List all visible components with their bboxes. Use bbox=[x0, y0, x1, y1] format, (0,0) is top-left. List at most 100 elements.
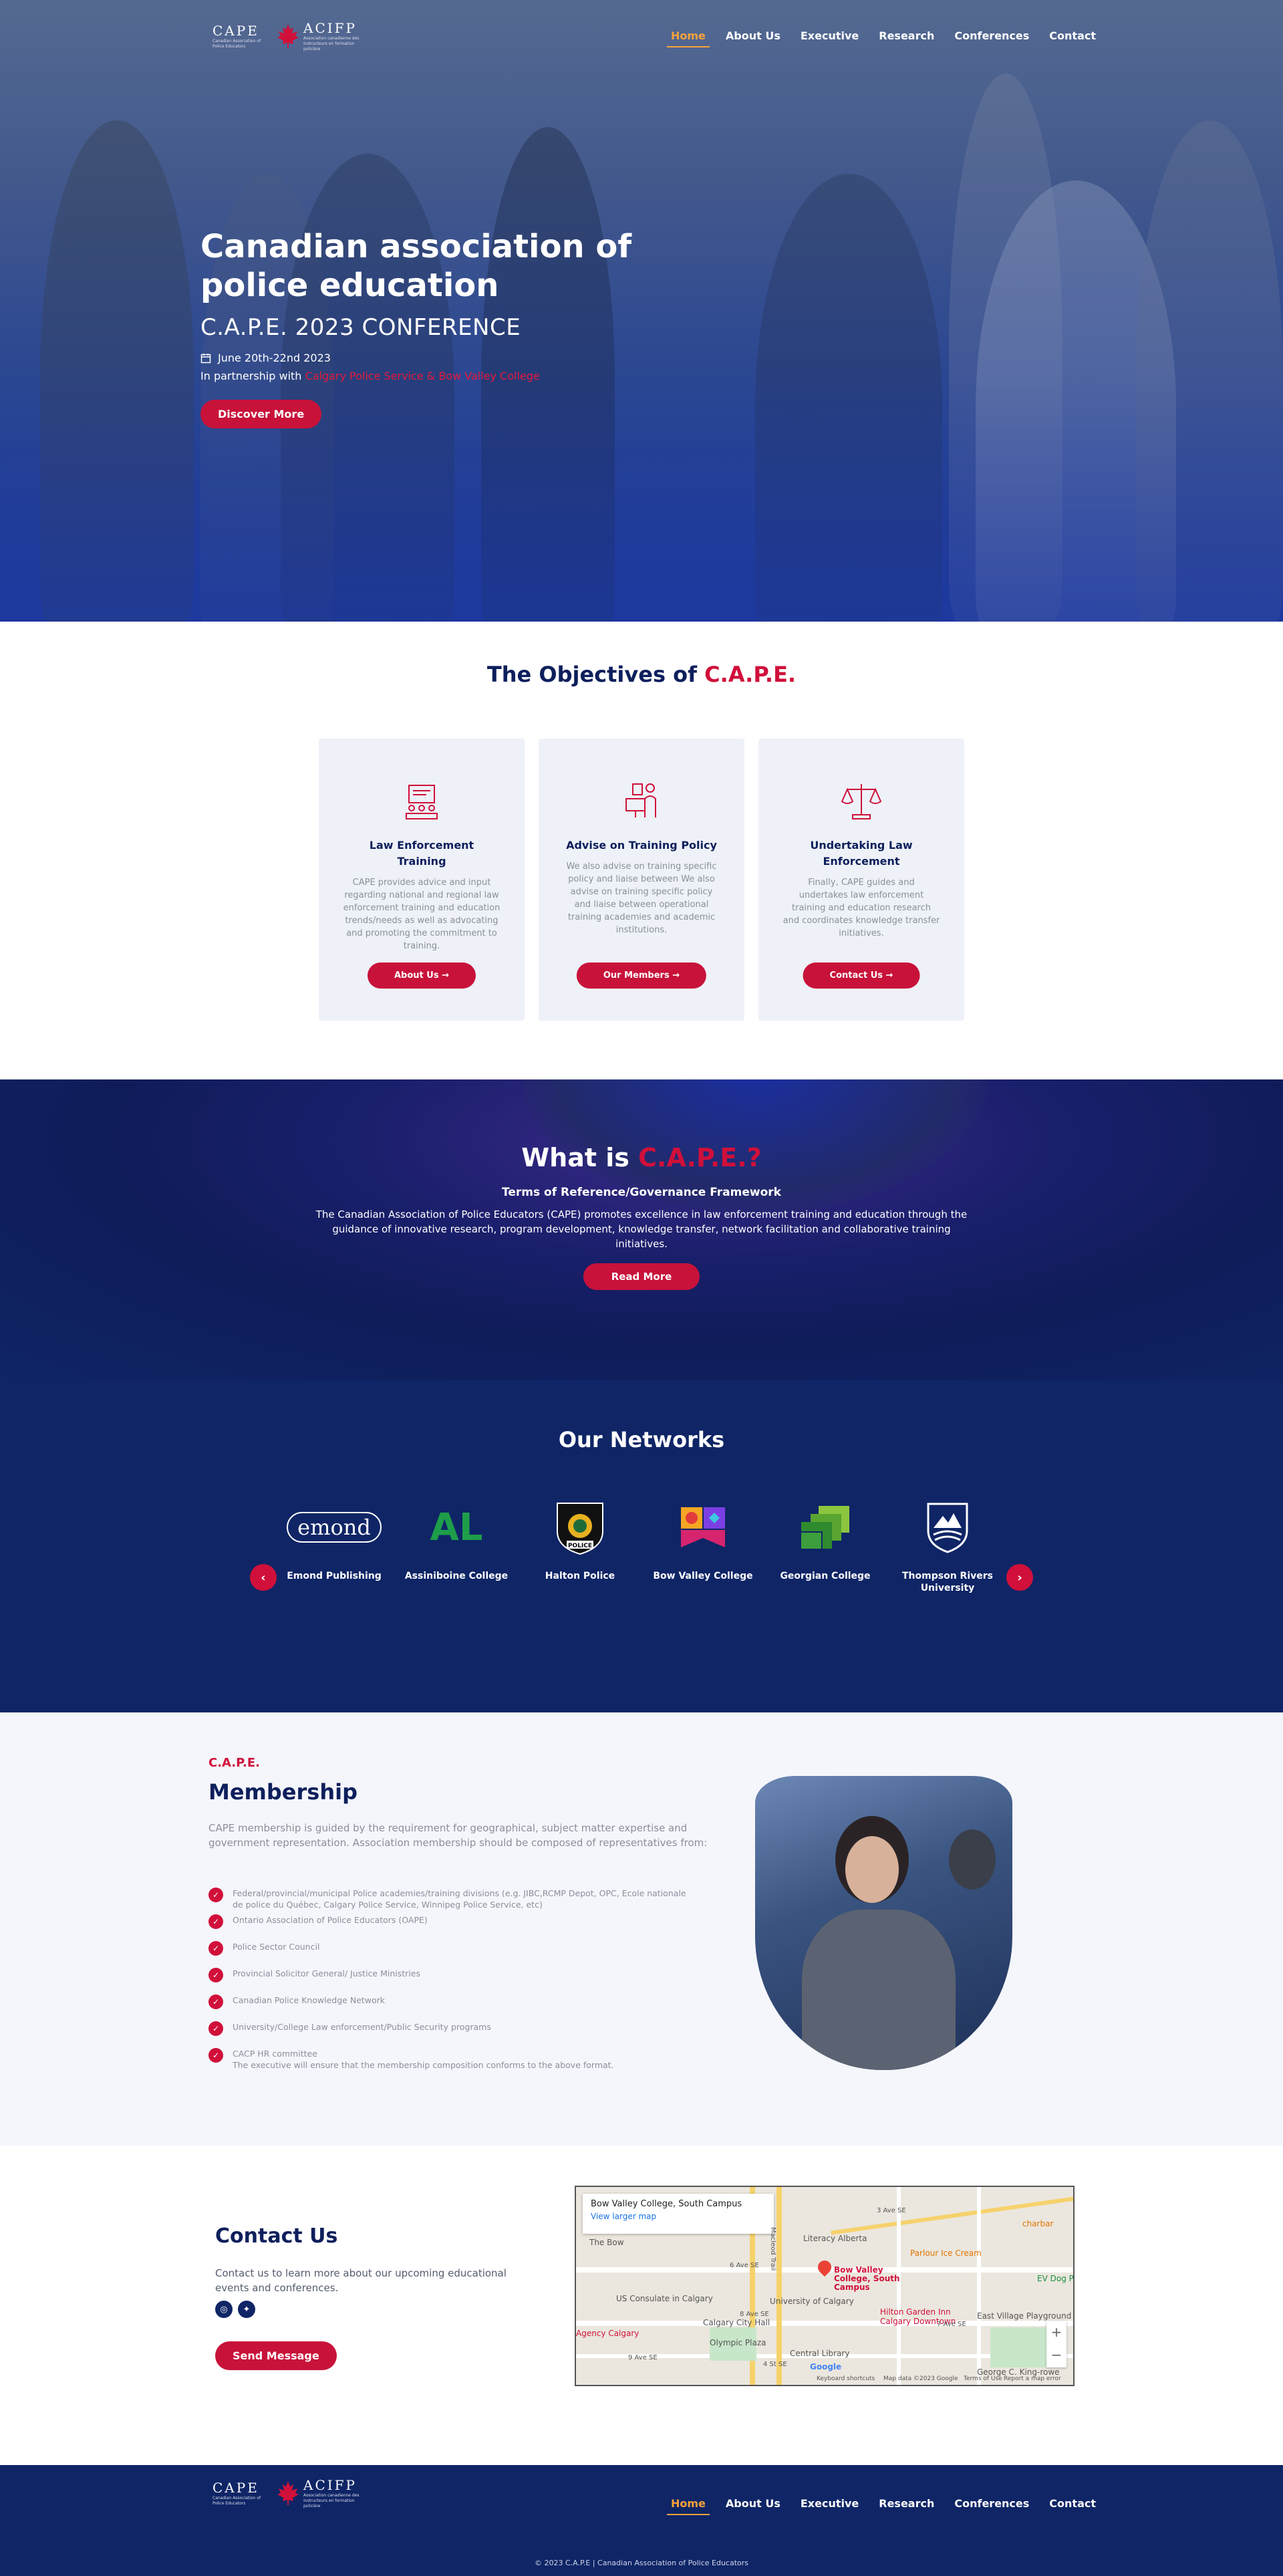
hero-subtitle: C.A.P.E. 2023 CONFERENCE bbox=[200, 314, 521, 341]
card-title: Undertaking Law Enforcement bbox=[810, 839, 913, 868]
network-item[interactable]: Bow Valley College bbox=[650, 1501, 756, 1582]
chevron-right-icon: › bbox=[1017, 1570, 1022, 1585]
membership-title: Membership bbox=[208, 1779, 358, 1805]
about-us-button[interactable]: About Us → bbox=[367, 962, 476, 989]
membership-section: C.A.P.E. Membership CAPE membership is g… bbox=[0, 1712, 1283, 2146]
maple-leaf-icon bbox=[277, 24, 299, 48]
hero-date-text: June 20th-22nd 2023 bbox=[218, 352, 331, 364]
footer-nav-contact[interactable]: Contact bbox=[1049, 2497, 1096, 2515]
network-name: Bow Valley College bbox=[653, 1571, 753, 1581]
training-icon bbox=[406, 785, 438, 819]
footer-nav-home[interactable]: Home bbox=[667, 2497, 710, 2515]
what-is-text: The Canadian Association of Police Educa… bbox=[315, 1208, 968, 1250]
contact-title: Contact Us bbox=[215, 2224, 338, 2248]
networks-title: Our Networks bbox=[558, 1427, 725, 1452]
social-links: ◎ ✦ bbox=[215, 2301, 255, 2318]
twitter-icon[interactable]: ✦ bbox=[238, 2301, 255, 2318]
list-item: ✓ Canadian Police Knowledge Network bbox=[208, 1994, 690, 2021]
main-menu: Home About Us Executive Research Confere… bbox=[667, 29, 1096, 47]
check-icon: ✓ bbox=[208, 1994, 223, 2009]
list-item: ✓ Federal/provincial/municipal Police aca… bbox=[208, 1888, 690, 1914]
bow-valley-logo bbox=[650, 1501, 756, 1554]
our-members-button[interactable]: Our Members → bbox=[576, 962, 707, 989]
zoom-in-button[interactable]: + bbox=[1046, 2321, 1066, 2343]
thompson-rivers-logo bbox=[894, 1501, 1001, 1554]
nav-home[interactable]: Home bbox=[667, 29, 710, 47]
hero-partner: In partnership with Calgary Police Servi… bbox=[200, 370, 668, 382]
footer-nav-conferences[interactable]: Conferences bbox=[954, 2497, 1029, 2515]
list-item: ✓ Police Sector Council bbox=[208, 1941, 690, 1968]
contact-us-button[interactable]: Contact Us → bbox=[803, 962, 920, 989]
network-item[interactable]: AL Assiniboine College bbox=[403, 1501, 510, 1582]
list-item: ✓ CACP HR committee The executive will ens… bbox=[208, 2048, 690, 2075]
scales-icon bbox=[841, 784, 882, 819]
chevron-left-icon: ‹ bbox=[261, 1570, 266, 1585]
network-name: Halton Police bbox=[545, 1571, 615, 1581]
check-icon: ✓ bbox=[208, 1941, 223, 1956]
logo-left-word: CAPE bbox=[212, 23, 259, 39]
membership-list: ✓ Federal/provincial/municipal Police aca… bbox=[208, 1888, 690, 2075]
objective-card-enforcement: Undertaking Law Enforcement Finally, CAP… bbox=[758, 739, 964, 1021]
hero-date: June 20th-22nd 2023 bbox=[200, 352, 668, 364]
logo-right-word: ACIFP bbox=[303, 2477, 357, 2493]
nav-contact[interactable]: Contact bbox=[1049, 29, 1096, 47]
halton-police-logo: POLICE bbox=[527, 1501, 633, 1555]
send-message-button[interactable]: Send Message bbox=[215, 2341, 337, 2370]
nav-executive[interactable]: Executive bbox=[801, 29, 859, 47]
hero-title: Canadian association of police education bbox=[200, 228, 632, 304]
logo-right-sub: Association canadienne des instructeurs … bbox=[303, 2493, 360, 2508]
carousel-prev-button[interactable]: ‹ bbox=[250, 1564, 277, 1591]
objective-card-training: Law Enforcement Training CAPE provides a… bbox=[319, 739, 525, 1021]
map-place-card: Bow Valley College, South Campus View la… bbox=[583, 2194, 774, 2234]
map-pin-icon[interactable] bbox=[815, 2257, 835, 2277]
hero-content: Canadian association of police education… bbox=[200, 227, 668, 428]
network-name: Thompson Rivers University bbox=[902, 1571, 993, 1593]
view-larger-map-link[interactable]: View larger map bbox=[591, 2212, 766, 2221]
hero-partner-names[interactable]: Calgary Police Service & Bow Valley Coll… bbox=[305, 370, 540, 382]
network-item[interactable]: emond Emond Publishing bbox=[281, 1501, 388, 1582]
network-name: Emond Publishing bbox=[287, 1571, 382, 1581]
check-icon: ✓ bbox=[208, 1968, 223, 1982]
footer-nav-research[interactable]: Research bbox=[879, 2497, 934, 2515]
top-navbar: CAPE Canadian Association of Police Educ… bbox=[0, 20, 1283, 67]
footer: CAPE Canadian Association of Police Educ… bbox=[0, 2465, 1283, 2576]
list-item: ✓ University/College Law enforcement/Publ… bbox=[208, 2021, 690, 2048]
footer-menu: Home About Us Executive Research Confere… bbox=[667, 2497, 1096, 2515]
footer-logo[interactable]: CAPE Canadian Association of Police Educ… bbox=[212, 2477, 364, 2509]
objectives-title-prefix: The Objectives of bbox=[486, 662, 698, 687]
map-pin-label: Bow Valley College, South Campus bbox=[834, 2265, 900, 2292]
what-is-subheading: Terms of Reference/Governance Framework bbox=[502, 1186, 781, 1199]
hero-section: CAPE Canadian Association of Police Educ… bbox=[0, 0, 1283, 622]
network-item[interactable]: Georgian College bbox=[772, 1501, 879, 1582]
discover-more-button[interactable]: Discover More bbox=[200, 400, 322, 428]
networks-section: Our Networks ‹ › emond Emond Publishing … bbox=[0, 1380, 1283, 1712]
footer-nav-executive[interactable]: Executive bbox=[801, 2497, 859, 2515]
copyright: © 2023 C.A.P.E | Canadian Association of… bbox=[534, 2559, 749, 2567]
site-logo[interactable]: CAPE Canadian Association of Police Educ… bbox=[212, 20, 364, 52]
network-name: Georgian College bbox=[780, 1571, 871, 1581]
membership-kicker: C.A.P.E. bbox=[208, 1756, 261, 1770]
card-title: Advise on Training Policy bbox=[566, 839, 717, 852]
network-item[interactable]: POLICE Halton Police bbox=[527, 1501, 633, 1582]
instagram-icon[interactable]: ◎ bbox=[215, 2301, 233, 2318]
embedded-map[interactable]: Bow Valley College, South Campus View la… bbox=[575, 2186, 1075, 2386]
card-text: Finally, CAPE guides and undertakes law … bbox=[782, 878, 940, 938]
hero-partner-prefix: In partnership with bbox=[200, 370, 302, 382]
read-more-button[interactable]: Read More bbox=[583, 1263, 700, 1290]
network-item[interactable]: Thompson Rivers University bbox=[894, 1501, 1001, 1594]
calendar-icon bbox=[200, 353, 211, 363]
map-zoom-controls: + − bbox=[1046, 2321, 1066, 2367]
membership-intro: CAPE membership is guided by the require… bbox=[208, 1822, 708, 1849]
card-text: We also advise on training specific poli… bbox=[566, 862, 717, 935]
nav-research[interactable]: Research bbox=[879, 29, 934, 47]
carousel-next-button[interactable]: › bbox=[1006, 1564, 1033, 1591]
nav-conferences[interactable]: Conferences bbox=[954, 29, 1029, 47]
logo-right-word: ACIFP bbox=[303, 20, 357, 36]
footer-nav-about-us[interactable]: About Us bbox=[726, 2497, 780, 2515]
check-icon: ✓ bbox=[208, 1888, 223, 1902]
arrow-right-icon: → bbox=[885, 971, 893, 981]
nav-about-us[interactable]: About Us bbox=[726, 29, 780, 47]
assiniboine-logo: AL bbox=[430, 1505, 483, 1549]
zoom-out-button[interactable]: − bbox=[1046, 2343, 1066, 2366]
list-item: ✓ Ontario Association of Police Educators… bbox=[208, 1914, 690, 1941]
